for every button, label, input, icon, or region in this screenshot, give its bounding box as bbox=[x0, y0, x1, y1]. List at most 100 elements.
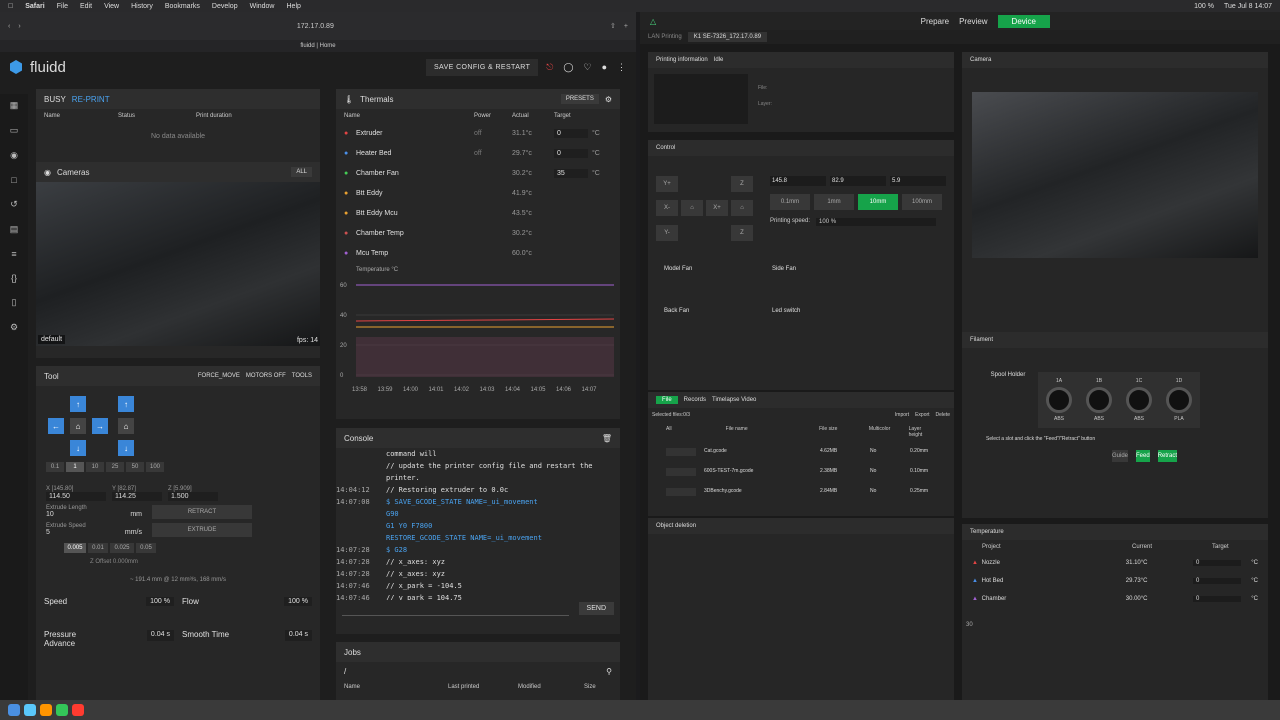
col-file-name[interactable]: File name bbox=[726, 426, 819, 438]
col-name[interactable]: Name bbox=[44, 113, 118, 119]
heater-target[interactable]: 0 bbox=[1192, 596, 1242, 602]
y-plus-button[interactable]: Y+ bbox=[656, 176, 678, 192]
tune-icon[interactable]: ≡ bbox=[11, 249, 16, 259]
step-10[interactable]: 10 bbox=[86, 462, 104, 472]
printer-tab[interactable]: K1 SE-7326_172.17.0.89 bbox=[687, 32, 768, 42]
home-z-button[interactable]: ⌂ bbox=[731, 200, 753, 217]
filament-slot[interactable]: 1D PLA bbox=[1166, 378, 1192, 422]
zstep-0-01[interactable]: 0.01 bbox=[88, 543, 108, 553]
bell-icon[interactable]: ♡ bbox=[583, 62, 591, 73]
step-0-1mm[interactable]: 0.1mm bbox=[770, 194, 810, 210]
address-bar[interactable]: 172.17.0.89 bbox=[297, 23, 334, 30]
reprint-button[interactable]: RE-PRINT bbox=[72, 95, 110, 104]
retract-button[interactable]: Retract bbox=[1157, 450, 1178, 462]
share-icon[interactable]: ⇧ bbox=[610, 22, 616, 30]
printing-speed-input[interactable]: 100 % bbox=[816, 218, 937, 226]
dashboard-icon[interactable]: ▦ bbox=[10, 100, 19, 111]
delete-button[interactable]: Delete bbox=[936, 412, 950, 418]
force-move-button[interactable]: FORCE_MOVE bbox=[198, 373, 240, 379]
console-icon[interactable]: ▭ bbox=[10, 125, 19, 136]
step-1[interactable]: 1 bbox=[66, 462, 84, 472]
zstep-0-025[interactable]: 0.025 bbox=[110, 543, 134, 553]
menu-history[interactable]: History bbox=[131, 3, 153, 10]
tab-device[interactable]: Device bbox=[997, 14, 1050, 28]
speed-icon[interactable]: ◯ bbox=[563, 62, 573, 73]
col-multicolor[interactable]: Multicolor bbox=[869, 426, 909, 438]
jobs-icon[interactable]: □ bbox=[11, 175, 16, 185]
home-all-button[interactable]: ⌂ bbox=[118, 418, 134, 434]
z-plus-button[interactable]: Z bbox=[731, 176, 753, 192]
menu-edit[interactable]: Edit bbox=[80, 3, 92, 10]
safari-tab[interactable]: fluidd | Home bbox=[0, 40, 636, 52]
emergency-stop-icon[interactable]: ⎋ bbox=[546, 62, 553, 73]
presets-button[interactable]: PRESETS bbox=[560, 94, 599, 104]
camera-icon[interactable]: ◉ bbox=[10, 150, 18, 161]
col-file-size[interactable]: File size bbox=[819, 426, 869, 438]
app-icon[interactable] bbox=[56, 704, 68, 716]
filament-slot[interactable]: 1A ABS bbox=[1046, 378, 1072, 422]
timelapse-tab[interactable]: Timelapse Video bbox=[712, 397, 756, 403]
heater-target[interactable]: 0 bbox=[1192, 578, 1242, 584]
z-minus-button[interactable]: Z bbox=[731, 224, 753, 241]
retract-button[interactable]: RETRACT bbox=[152, 505, 252, 519]
menu-window[interactable]: Window bbox=[250, 3, 275, 10]
thermal-row[interactable]: ● Chamber Temp 30.2°c bbox=[336, 223, 620, 243]
apple-icon[interactable]:  bbox=[8, 3, 13, 10]
sensor-target-input[interactable]: 0 bbox=[554, 128, 588, 138]
tab-preview[interactable]: Preview bbox=[959, 17, 987, 26]
sensor-target-input[interactable]: 0 bbox=[554, 148, 588, 158]
tab-prepare[interactable]: Prepare bbox=[921, 17, 949, 26]
jobs-col-modified[interactable]: Modified bbox=[518, 684, 584, 690]
home-button[interactable]: ⌂ bbox=[681, 200, 703, 217]
code-icon[interactable]: {} bbox=[11, 273, 17, 283]
feed-button[interactable]: Feed bbox=[1136, 450, 1150, 462]
speed-input[interactable]: 100 % bbox=[146, 597, 174, 606]
history-icon[interactable]: ↺ bbox=[10, 199, 18, 210]
import-button[interactable]: Import bbox=[895, 412, 909, 418]
x-pos-input[interactable]: 114.50 bbox=[46, 492, 106, 501]
menu-view[interactable]: View bbox=[104, 3, 119, 10]
x-minus-button[interactable]: X- bbox=[656, 200, 678, 217]
x-plus-button[interactable]: → bbox=[92, 418, 108, 434]
app-icon[interactable] bbox=[40, 704, 52, 716]
jobs-col-name[interactable]: Name bbox=[344, 684, 448, 690]
save-config-restart-button[interactable]: SAVE CONFIG & RESTART bbox=[425, 58, 539, 76]
pressure-advance-input[interactable]: 0.04 s bbox=[146, 630, 174, 641]
extrude-button[interactable]: EXTRUDE bbox=[152, 523, 252, 537]
z-down-button[interactable]: ↓ bbox=[118, 440, 134, 456]
flow-input[interactable]: 100 % bbox=[284, 597, 312, 606]
temperature-chart[interactable]: 60 40 20 0 13:58 13:59 14:00 14:01 14:02 14:03 14:… bbox=[336, 277, 620, 397]
spool-holder[interactable]: Spool Holder bbox=[986, 372, 1030, 428]
camera-feed[interactable]: default fps: 14 bbox=[36, 182, 320, 346]
file-row[interactable]: Cat.gcode 4.62MB No 0.20mm bbox=[648, 442, 954, 462]
y-pos-input[interactable]: 114.25 bbox=[112, 492, 162, 501]
guide-button[interactable]: Guide bbox=[1112, 450, 1129, 462]
app-icon[interactable] bbox=[72, 704, 84, 716]
app-name[interactable]: Safari bbox=[25, 3, 44, 10]
thermal-row[interactable]: ● Extruder off 31.1°c 0 °C bbox=[336, 123, 620, 143]
home-xy-button[interactable]: ⌂ bbox=[70, 418, 86, 434]
camera-filter[interactable]: ALL bbox=[291, 167, 312, 177]
sensor-target-input[interactable]: 35 bbox=[554, 168, 588, 178]
x-minus-button[interactable]: ← bbox=[48, 418, 64, 434]
thermal-row[interactable]: ● Btt Eddy 41.9°c bbox=[336, 183, 620, 203]
thermal-row[interactable]: ● Mcu Temp 60.0°c bbox=[336, 243, 620, 263]
z-pos-input[interactable]: 1.500 bbox=[168, 492, 218, 501]
col-duration[interactable]: Print duration bbox=[196, 113, 232, 119]
step-100mm[interactable]: 100mm bbox=[902, 194, 942, 210]
thermal-row[interactable]: ● Btt Eddy Mcu 43.5°c bbox=[336, 203, 620, 223]
camera-feed[interactable] bbox=[972, 92, 1258, 258]
extrude-speed-input[interactable]: 5 bbox=[46, 529, 50, 536]
files-icon[interactable]: ▤ bbox=[10, 224, 19, 235]
trash-icon[interactable]: 🗑 bbox=[602, 434, 612, 443]
y-plus-button[interactable]: ↑ bbox=[70, 396, 86, 412]
step-0-1[interactable]: 0.1 bbox=[46, 462, 64, 472]
back-icon[interactable]: ‹ bbox=[8, 23, 10, 30]
jobs-col-size[interactable]: Size bbox=[584, 684, 596, 690]
finder-icon[interactable] bbox=[8, 704, 20, 716]
send-button[interactable]: SEND bbox=[578, 601, 614, 615]
forward-icon[interactable]: › bbox=[18, 23, 20, 30]
filament-slot[interactable]: 1B ABS bbox=[1086, 378, 1112, 422]
safari-icon[interactable] bbox=[24, 704, 36, 716]
extrude-length-input[interactable]: 10 bbox=[46, 511, 54, 518]
